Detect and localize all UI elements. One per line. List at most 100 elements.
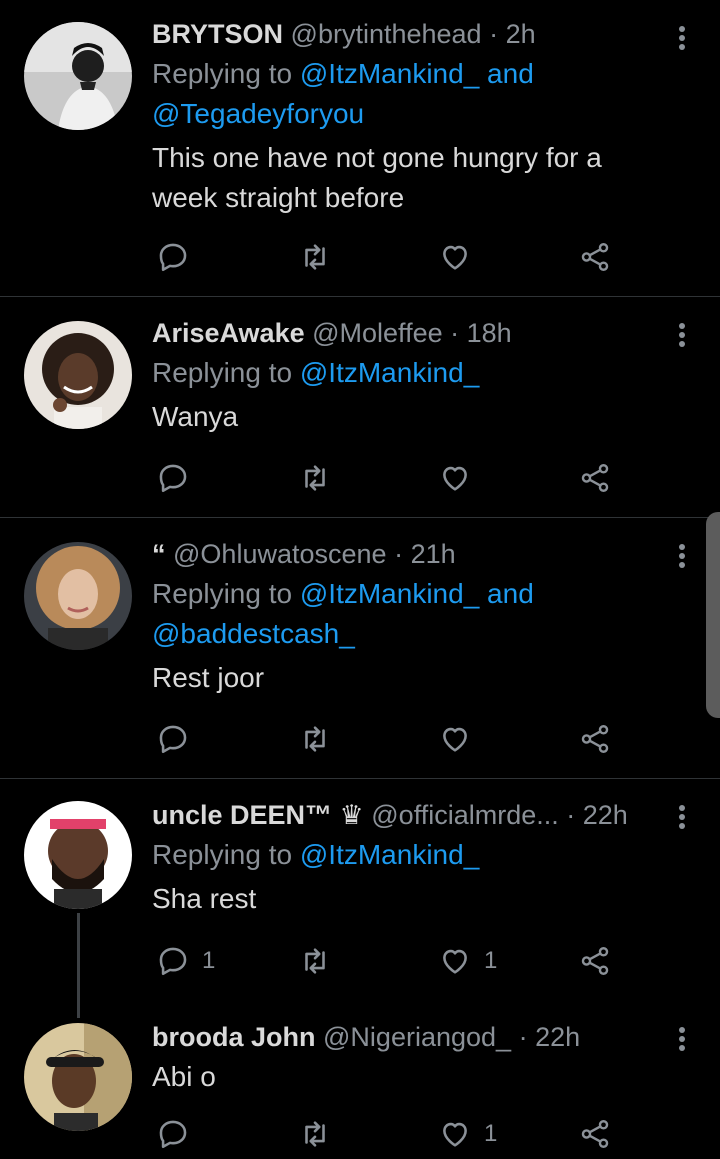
tweet-header: uncle DEEN™ ♛ @officialmrde... · 22h bbox=[152, 797, 662, 833]
avatar[interactable] bbox=[24, 1023, 132, 1131]
share-icon bbox=[581, 725, 609, 753]
retweet-button[interactable] bbox=[298, 458, 344, 498]
separator: · bbox=[566, 800, 583, 830]
thread-connector bbox=[77, 913, 80, 1018]
reply-button[interactable] bbox=[156, 458, 202, 498]
reply-button[interactable] bbox=[156, 237, 202, 277]
more-vertical-icon[interactable] bbox=[672, 18, 692, 58]
share-icon bbox=[581, 243, 609, 271]
share-icon bbox=[581, 947, 609, 975]
heart-icon bbox=[443, 949, 467, 974]
tweet-ohluwatoscene[interactable]: “ @Ohluwatoscene · 21h Replying to @ItzM… bbox=[0, 518, 720, 778]
timestamp[interactable]: 21h bbox=[411, 539, 456, 569]
tweet-uncle-deen[interactable]: uncle DEEN™ ♛ @officialmrde... · 22h Rep… bbox=[0, 779, 720, 1009]
tweet-text: Sha rest bbox=[152, 883, 257, 914]
heart-icon bbox=[443, 727, 467, 752]
display-name[interactable]: uncle DEEN™ ♛ bbox=[152, 800, 364, 830]
more-vertical-icon[interactable] bbox=[672, 315, 692, 355]
separator: · bbox=[394, 539, 411, 569]
share-button[interactable] bbox=[578, 719, 612, 759]
reply-button[interactable]: 1 bbox=[156, 941, 215, 981]
reply-icon bbox=[159, 464, 187, 493]
avatar[interactable] bbox=[24, 321, 132, 429]
reply-mention[interactable]: @baddestcash_ bbox=[152, 618, 355, 649]
more-vertical-icon[interactable] bbox=[672, 536, 692, 576]
reply-count: 1 bbox=[202, 947, 216, 974]
retweet-button[interactable] bbox=[298, 719, 344, 759]
display-name[interactable]: “ bbox=[152, 539, 166, 569]
replying-to: Replying to @ItzMankind_ and bbox=[152, 574, 662, 614]
display-name[interactable]: AriseAwake bbox=[152, 318, 305, 348]
share-button[interactable] bbox=[578, 941, 612, 981]
display-name[interactable]: brooda John bbox=[152, 1022, 316, 1052]
like-button[interactable] bbox=[438, 719, 484, 759]
like-button[interactable] bbox=[438, 458, 484, 498]
tweet-actions: 1 1 bbox=[152, 941, 652, 981]
reply-mention[interactable]: @Tegadeyforyou bbox=[152, 98, 364, 129]
handle[interactable]: @officialmrde... bbox=[371, 800, 558, 830]
handle[interactable]: @Ohluwatoscene bbox=[173, 539, 387, 569]
reply-mentions[interactable]: @ItzMankind_ and bbox=[300, 58, 534, 89]
handle[interactable]: @Moleffee bbox=[312, 318, 442, 348]
timestamp[interactable]: 2h bbox=[506, 19, 536, 49]
handle[interactable]: @Nigeriangod_ bbox=[323, 1022, 511, 1052]
scrollbar[interactable] bbox=[706, 512, 720, 718]
like-button[interactable]: 1 bbox=[438, 1114, 497, 1154]
reply-button[interactable] bbox=[156, 1114, 202, 1154]
share-button[interactable] bbox=[578, 1114, 612, 1154]
avatar[interactable] bbox=[24, 542, 132, 650]
handle[interactable]: @brytinthehead bbox=[291, 19, 482, 49]
display-name[interactable]: BRYTSON bbox=[152, 19, 283, 49]
reply-feed: BRYTSON @brytinthehead · 2h Replying to … bbox=[0, 0, 720, 1159]
replying-to: Replying to @ItzMankind_ bbox=[152, 353, 662, 393]
timestamp[interactable]: 18h bbox=[467, 318, 512, 348]
tweet-ariseawake[interactable]: AriseAwake @Moleffee · 18h Replying to @… bbox=[0, 297, 720, 517]
replying-to-line2: @Tegadeyforyou bbox=[152, 94, 662, 134]
replying-to: Replying to @ItzMankind_ bbox=[152, 835, 662, 875]
retweet-button[interactable] bbox=[298, 237, 344, 277]
reply-mentions[interactable]: @ItzMankind_ bbox=[300, 357, 479, 388]
separator: · bbox=[450, 318, 467, 348]
tweet-text: Abi o bbox=[152, 1061, 216, 1092]
tweet-text-line2: week straight before bbox=[152, 182, 405, 213]
tweet-brytson[interactable]: BRYTSON @brytinthehead · 2h Replying to … bbox=[0, 0, 720, 297]
share-button[interactable] bbox=[578, 237, 612, 277]
retweet-button[interactable] bbox=[298, 1114, 344, 1154]
replying-to-label: Replying to bbox=[152, 839, 300, 870]
reply-mentions[interactable]: @ItzMankind_ bbox=[300, 839, 479, 870]
like-button[interactable] bbox=[438, 237, 484, 277]
retweet-icon bbox=[305, 244, 325, 270]
tweet-text: Wanya bbox=[152, 401, 239, 432]
separator: · bbox=[518, 1022, 536, 1052]
timestamp[interactable]: 22h bbox=[583, 800, 628, 830]
tweet-actions bbox=[152, 458, 652, 498]
tweet-actions: 1 bbox=[152, 1114, 652, 1154]
avatar[interactable] bbox=[24, 22, 132, 130]
reply-icon bbox=[159, 1120, 187, 1149]
reply-button[interactable] bbox=[156, 719, 202, 759]
heart-icon bbox=[443, 1122, 467, 1147]
replying-to-label: Replying to bbox=[152, 58, 300, 89]
reply-mentions[interactable]: @ItzMankind_ and bbox=[300, 578, 534, 609]
like-count: 1 bbox=[484, 1120, 498, 1147]
like-button[interactable]: 1 bbox=[438, 941, 497, 981]
tweet-text: This one have not gone hungry for a bbox=[152, 142, 602, 173]
tweet-header: BRYTSON @brytinthehead · 2h bbox=[152, 16, 662, 52]
reply-icon bbox=[159, 243, 187, 272]
retweet-button[interactable] bbox=[298, 941, 344, 981]
tweet-actions bbox=[152, 719, 652, 759]
separator: · bbox=[489, 19, 506, 49]
retweet-icon bbox=[305, 465, 325, 491]
avatar[interactable] bbox=[24, 801, 132, 909]
tweet-brooda-john[interactable]: brooda John @Nigeriangod_ · 22h Abi o 1 bbox=[0, 1009, 720, 1159]
share-icon bbox=[581, 464, 609, 492]
replying-to: Replying to @ItzMankind_ and bbox=[152, 54, 662, 94]
retweet-icon bbox=[305, 726, 325, 752]
heart-icon bbox=[443, 466, 467, 491]
more-vertical-icon[interactable] bbox=[672, 1019, 692, 1059]
tweet-header: “ @Ohluwatoscene · 21h bbox=[152, 536, 662, 572]
share-button[interactable] bbox=[578, 458, 612, 498]
tweet-text: Rest joor bbox=[152, 662, 265, 693]
timestamp[interactable]: 22h bbox=[535, 1022, 580, 1052]
more-vertical-icon[interactable] bbox=[672, 797, 692, 837]
